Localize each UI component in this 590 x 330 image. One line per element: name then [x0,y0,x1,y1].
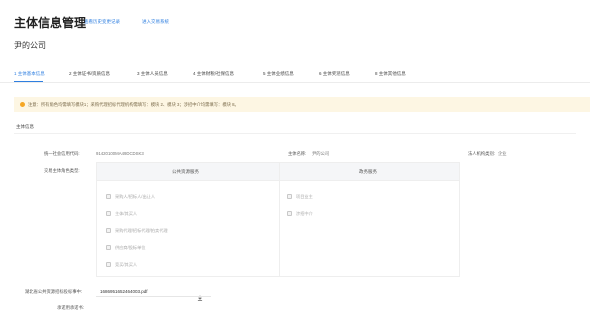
attachment-label: 湖北省公共资源招标投标事中: [25,289,83,294]
option-label: 采购人/招标人/出让人 [115,194,156,199]
attachment-underline [96,296,211,297]
checkbox[interactable] [287,194,292,199]
entity-name-label: 主体名称: [288,151,307,156]
option-label: 主体/其买人 [115,211,138,216]
tab-other-info[interactable]: 8 主体其他信息 [375,71,406,77]
role-grid-header [97,163,459,181]
tab-finance-tax[interactable]: 4 主体财税/社保信息 [193,71,234,77]
tab-performance[interactable]: 5 主体业绩信息 [263,71,294,77]
entity-name-value: 尹的公司 [312,151,330,156]
checkbox[interactable] [287,211,292,216]
checkbox[interactable] [106,262,111,267]
legal-type-value: 企业 [498,151,507,156]
credit-code-label: 统一社会信用代码: [44,151,80,156]
role-type-label: 交易主体角色类型: [44,168,80,173]
checkbox[interactable] [106,211,111,216]
government-service-header: 政务服务 [359,169,377,174]
role-type-grid: 公共资源服务 政务服务 采购人/招标人/出让人 主体/其买人 采购代理/招标代理… [96,162,460,277]
public-service-header: 公共资源服务 [172,169,199,174]
tab-divider [0,82,590,83]
download-icon[interactable] [197,288,203,301]
checkbox[interactable] [106,245,111,250]
attachment-file-link[interactable]: 1686951652464003.pdf [100,289,148,294]
section-divider [14,133,576,134]
legal-type-label: 法人机构类别: [468,151,495,156]
tab-certificates[interactable]: 2 主体证书/资质信息 [69,71,110,77]
checkbox[interactable] [106,194,111,199]
option-label: 供应商/投标单位 [115,245,146,250]
role-grid-divider [279,163,280,276]
notice-banner: 注意：所有角色均需填写模块1；采购代理招标代理机构需填写：模块 2、模块 3；涉… [14,97,590,112]
option-label: 竞买/其买人 [115,262,138,267]
option-label: 采购代理/招标代理/拍卖代理 [115,228,168,233]
commitment-letter-label: 承诺用承诺书: [57,305,84,310]
notice-text: 注意：所有角色均需填写模块1；采购代理招标代理机构需填写：模块 2、模块 3；涉… [28,102,239,107]
tab-rewards-penalties[interactable]: 6 主体奖惩信息 [319,71,350,77]
page-title: 主体信息管理 [14,16,87,30]
option-label: 涉招中介 [296,211,313,216]
checkbox[interactable] [106,228,111,233]
section-title: 主体信息 [16,124,34,129]
enter-system-link[interactable]: 进入交易系统 [142,19,169,25]
tab-basic-info[interactable]: 1 主体基本信息 [14,71,45,77]
credit-code-value: 91420100MA49DCDSK3 [96,151,144,156]
warning-icon [20,102,25,107]
tab-personnel[interactable]: 3 主体人员信息 [137,71,168,77]
history-link[interactable]: 查看历史变更记录 [84,19,120,25]
company-name: 尹的公司 [14,41,46,50]
option-label: 项目业主 [296,194,313,199]
